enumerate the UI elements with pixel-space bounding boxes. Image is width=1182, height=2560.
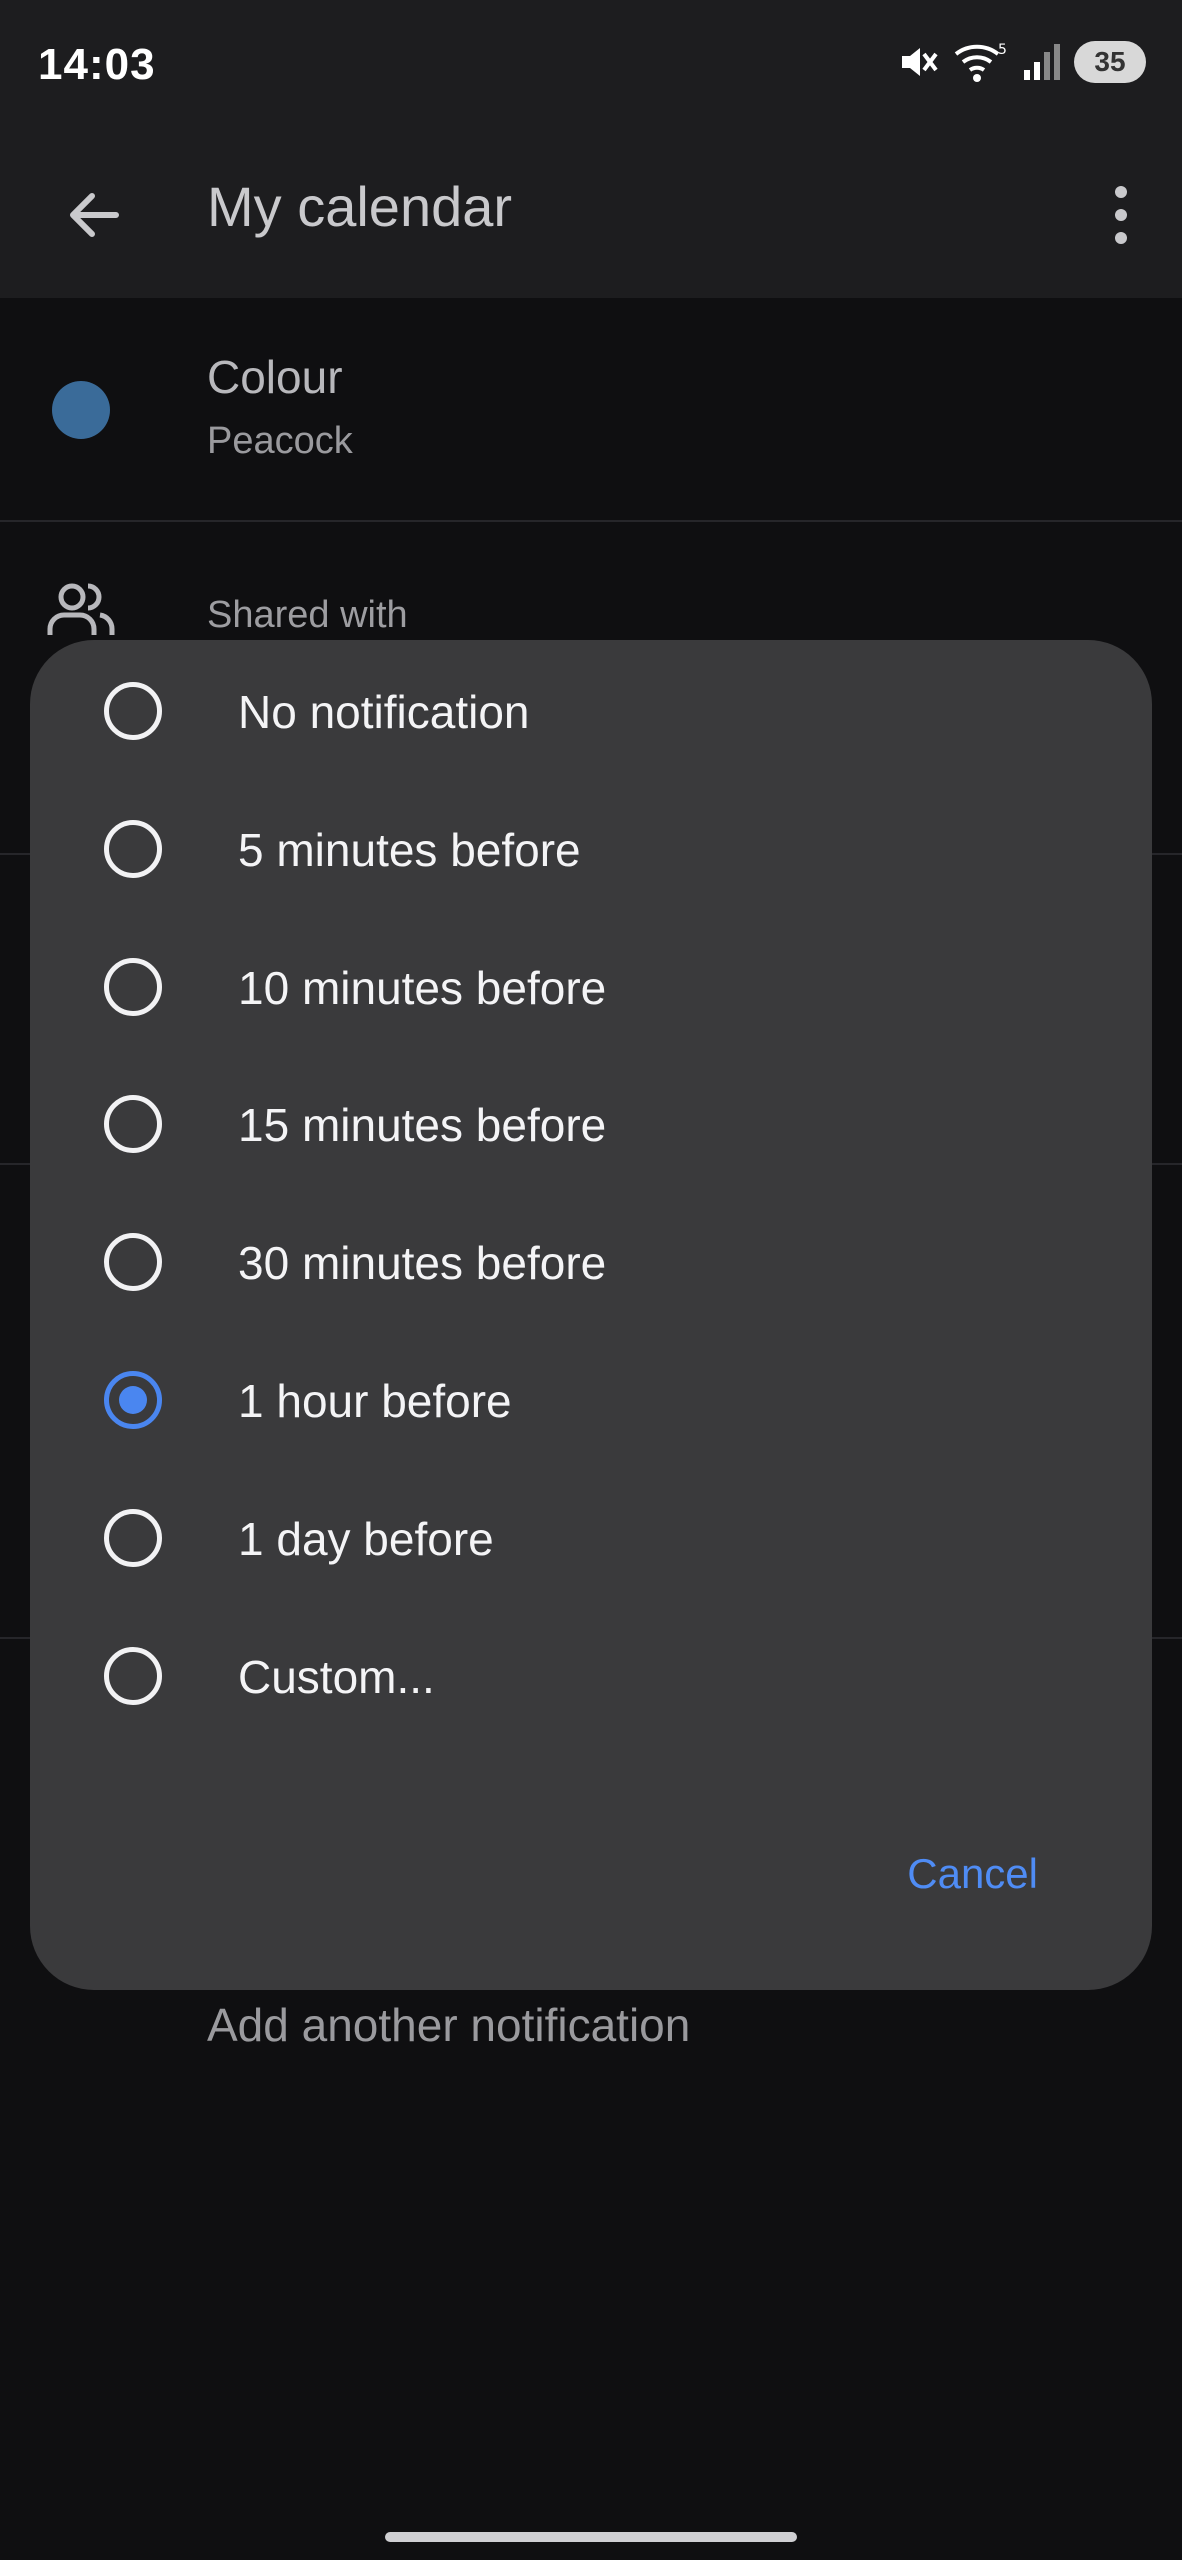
status-bar: 14:03 5 35 bbox=[0, 0, 1182, 140]
colour-label: Colour bbox=[207, 351, 343, 403]
option-30-minutes[interactable]: 30 minutes before bbox=[30, 1192, 1152, 1330]
back-arrow-icon[interactable] bbox=[58, 180, 128, 250]
colour-value: Peacock bbox=[207, 420, 353, 462]
option-label: Custom... bbox=[238, 1651, 435, 1703]
option-custom[interactable]: Custom... bbox=[30, 1606, 1152, 1744]
option-1-day[interactable]: 1 day before bbox=[30, 1468, 1152, 1606]
radio-button[interactable] bbox=[104, 1509, 162, 1567]
option-label: 15 minutes before bbox=[238, 1099, 607, 1151]
divider bbox=[0, 520, 1182, 522]
notification-dialog: No notification 5 minutes before 10 minu… bbox=[30, 640, 1152, 1990]
people-icon bbox=[47, 583, 115, 635]
option-5-minutes[interactable]: 5 minutes before bbox=[30, 779, 1152, 917]
battery-indicator: 35 bbox=[1074, 41, 1146, 83]
radio-button[interactable] bbox=[104, 682, 162, 740]
option-label: 1 hour before bbox=[238, 1375, 512, 1427]
option-no-notification[interactable]: No notification bbox=[30, 641, 1152, 779]
radio-button[interactable] bbox=[104, 820, 162, 878]
radio-button[interactable] bbox=[104, 1233, 162, 1291]
page-title: My calendar bbox=[207, 175, 513, 238]
wifi-label: 5 bbox=[998, 42, 1007, 58]
colour-setting-row[interactable]: Colour Peacock bbox=[0, 298, 1182, 520]
radio-button-selected[interactable] bbox=[104, 1371, 162, 1429]
option-label: 1 day before bbox=[238, 1513, 494, 1565]
status-time: 14:03 bbox=[38, 40, 156, 89]
mute-icon bbox=[902, 48, 938, 76]
radio-button[interactable] bbox=[104, 1095, 162, 1153]
signal-icon bbox=[1024, 44, 1060, 80]
option-10-minutes[interactable]: 10 minutes before bbox=[30, 917, 1152, 1055]
option-label: 5 minutes before bbox=[238, 824, 581, 876]
home-indicator[interactable] bbox=[385, 2532, 797, 2542]
radio-button[interactable] bbox=[104, 958, 162, 1016]
wifi-icon: 5 bbox=[954, 42, 1007, 82]
cancel-button[interactable]: Cancel bbox=[907, 1850, 1038, 1898]
radio-button[interactable] bbox=[104, 1647, 162, 1705]
option-label: 30 minutes before bbox=[238, 1237, 607, 1289]
option-label: 10 minutes before bbox=[238, 962, 607, 1014]
more-vert-icon[interactable] bbox=[1096, 178, 1146, 252]
option-label: No notification bbox=[238, 686, 530, 738]
shared-with-label: Shared with bbox=[207, 594, 408, 636]
status-icons: 5 35 bbox=[896, 40, 1146, 84]
option-1-hour[interactable]: 1 hour before bbox=[30, 1330, 1152, 1468]
option-15-minutes[interactable]: 15 minutes before bbox=[30, 1054, 1152, 1192]
add-notification-button[interactable]: Add another notification bbox=[207, 1998, 690, 2052]
app-bar: My calendar bbox=[0, 140, 1182, 298]
colour-swatch bbox=[52, 381, 110, 439]
